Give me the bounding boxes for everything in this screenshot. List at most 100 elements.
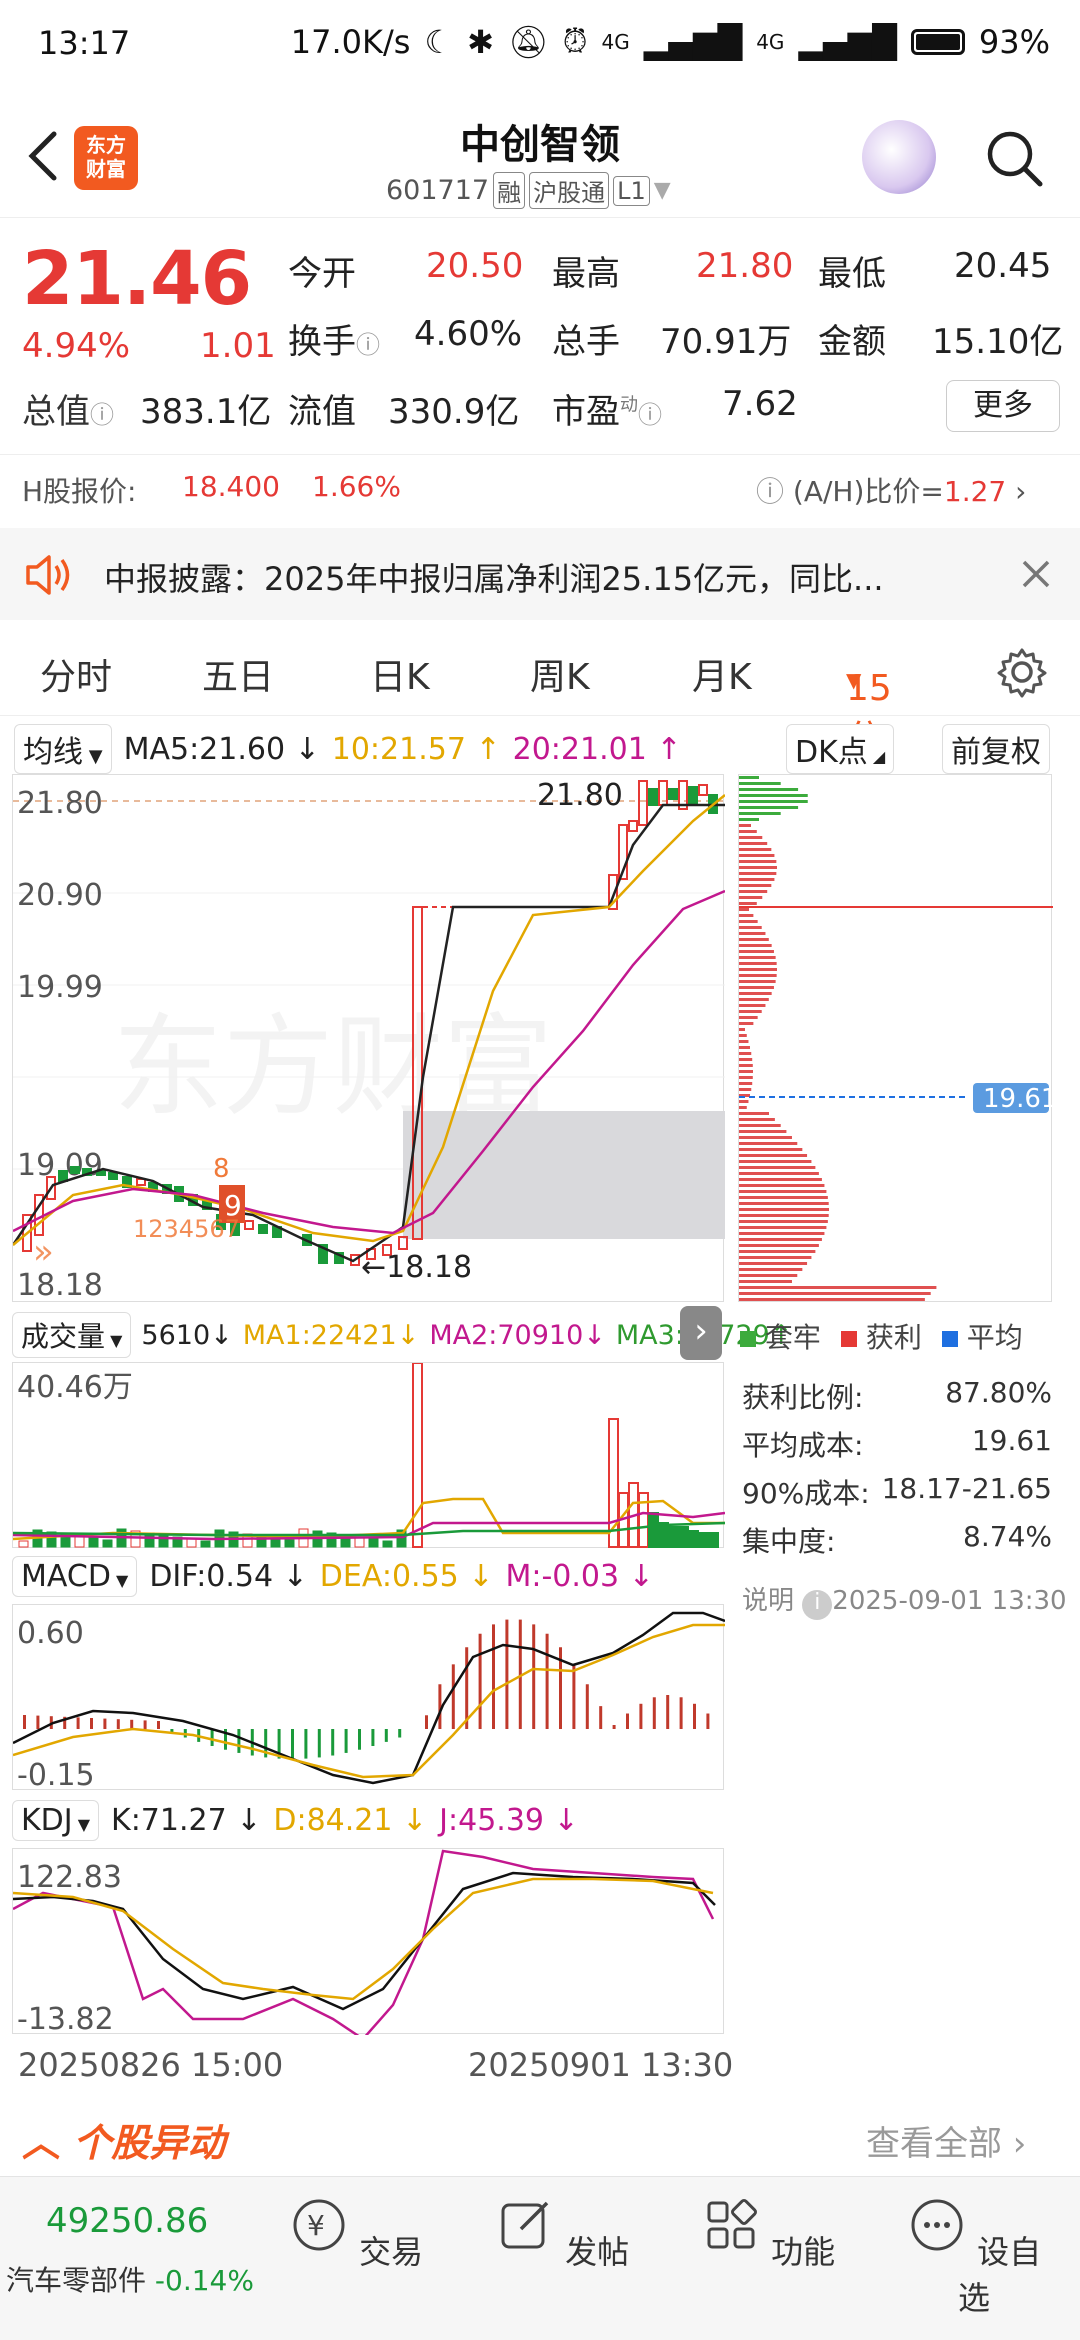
macd-bar — [679, 1697, 683, 1729]
volume-bar — [186, 1538, 197, 1548]
chip-legend: 套牢 获利 平均 — [740, 1316, 1023, 1356]
chip-bar — [739, 848, 772, 851]
macd-bar — [23, 1715, 26, 1729]
volume-panel[interactable]: 40.46万 — [12, 1362, 726, 1548]
search-icon[interactable] — [984, 128, 1044, 188]
axis-label-2: 19.99 — [17, 970, 103, 1005]
chevron-marker-icon: » — [33, 1232, 54, 1272]
chip-chart: 19.61 — [739, 776, 1057, 1301]
chip-stats: 获利比例: 87.80% 平均成本: 19.61 90%成本: 18.17-21.65… — [742, 1376, 1052, 1568]
mktcap-label[interactable]: 总值ⓘ — [22, 384, 114, 433]
ma10-value: 10:21.57 ↑ — [331, 731, 501, 767]
nav-post[interactable]: 发帖 — [492, 2195, 632, 2273]
chip-bar — [739, 800, 808, 803]
chip-distribution-panel[interactable]: 19.61 — [738, 774, 1057, 1302]
tab-weekly[interactable]: 周K — [530, 648, 590, 700]
avg-cost-tag: 19.61 — [983, 1084, 1053, 1114]
chip-bar — [739, 866, 777, 869]
chip-bar — [739, 902, 757, 905]
macd-bar — [666, 1695, 670, 1729]
chip-bar — [739, 1034, 747, 1037]
ah-ratio[interactable]: ⓘ (A/H)比价=1.27 › — [756, 470, 1026, 510]
expand-chevron-icon[interactable]: › — [680, 1306, 722, 1360]
chip-bar — [739, 1076, 753, 1079]
grid-apps-icon — [707, 2199, 757, 2249]
macd-bar — [652, 1697, 656, 1729]
stock-movers-title[interactable]: ︿ 个股异动 — [22, 2112, 225, 2167]
alarm-icon: ⏰︎ — [562, 22, 588, 60]
pe-label[interactable]: 市盈动ⓘ — [552, 384, 662, 433]
macd-m: M:-0.03 ↓ — [505, 1559, 654, 1594]
tab-daily[interactable]: 日K — [370, 648, 430, 700]
kdj-select[interactable]: KDJ ▼ — [12, 1800, 100, 1841]
chip-bar — [739, 980, 776, 983]
chip-bar — [739, 1058, 753, 1061]
end-date: 20250901 13:30 — [468, 2046, 734, 2084]
nav-functions[interactable]: 功能 — [698, 2195, 838, 2273]
view-all-link[interactable]: 查看全部 › — [866, 2116, 1026, 2165]
volume-select[interactable]: 成交量 ▼ — [12, 1312, 132, 1358]
chip-bar — [739, 842, 768, 845]
macd-bar — [626, 1713, 629, 1729]
battery-icon — [910, 28, 965, 55]
settings-gear-icon[interactable] — [996, 646, 1048, 698]
pe-value: 7.62 — [722, 384, 798, 424]
chip-note[interactable]: 说明 i 2025-09-01 13:30 — [742, 1580, 1067, 1620]
tab-monthly[interactable]: 月K — [692, 648, 752, 700]
chip-bar — [739, 890, 768, 893]
network-speed: 17.0K/s — [290, 22, 411, 61]
chip-bar — [739, 1166, 816, 1169]
bluetooth-icon: ✱ — [467, 22, 494, 61]
tab-5day[interactable]: 五日 — [202, 648, 274, 700]
svg-text:¥: ¥ — [307, 2209, 325, 2242]
amount-label: 金额 — [818, 322, 886, 362]
help-icon: ⓘ — [756, 475, 785, 508]
assistant-robot-icon[interactable] — [862, 120, 936, 194]
chip-bar — [739, 1244, 819, 1247]
status-time: 13:17 — [38, 24, 131, 62]
indicator-select[interactable]: 均线 ▼ — [14, 724, 112, 774]
kdj-legend: KDJ ▼ K:71.27 ↓ D:84.21 ↓ J:45.39 ↓ — [12, 1800, 579, 1841]
stock-code-row[interactable]: 601717 融 沪股通 L1 ▼ — [386, 172, 671, 209]
nav-trade[interactable]: ¥ 交易 — [286, 2195, 426, 2273]
trade-yen-icon: ¥ — [293, 2199, 345, 2251]
close-icon[interactable] — [1020, 558, 1052, 590]
start-date: 20250826 15:00 — [18, 2046, 284, 2084]
dk-point-button[interactable]: DK点 ◢ — [786, 724, 895, 774]
announcement-bar[interactable]: 中报披露：2025年中报归属净利润25.15亿元，同比... — [0, 528, 1080, 620]
turnover-label[interactable]: 换手ⓘ — [288, 314, 380, 363]
macd-bar — [465, 1647, 469, 1729]
macd-bar — [478, 1633, 482, 1729]
adjust-button[interactable]: 前复权 — [942, 724, 1050, 774]
chip-stat-row: 获利比例: 87.80% — [742, 1376, 1052, 1414]
nav-watchlist[interactable]: 设自选 — [904, 2195, 1044, 2319]
chip-bar — [739, 1262, 808, 1265]
macd-bar — [317, 1729, 321, 1758]
change-pct: 4.94% — [22, 326, 131, 366]
sector-index[interactable]: 汽车零部件 -0.14% — [6, 2259, 254, 2299]
macd-select[interactable]: MACD ▼ — [12, 1556, 138, 1597]
sector-index-value[interactable]: 49250.86 — [46, 2201, 208, 2241]
chip-bar — [739, 908, 749, 911]
chip-bar — [739, 1208, 829, 1211]
chip-bar — [739, 914, 754, 917]
kdj-panel[interactable]: 122.83 -13.82 — [12, 1848, 724, 2041]
chip-bar — [739, 1190, 827, 1193]
macd-top-label: 0.60 — [17, 1616, 84, 1651]
chip-bar — [739, 1082, 753, 1085]
chip-stat-row: 90%成本: 18.17-21.65 — [742, 1472, 1052, 1510]
signal-icon: 4G — [601, 29, 630, 54]
chip-bar — [739, 1172, 819, 1175]
chip-bar — [739, 1250, 816, 1253]
macd-bar — [599, 1706, 603, 1729]
kline-panel[interactable]: 东方财富 21.80 20.90 19.99 19.09 18.18 21.80… — [11, 774, 726, 1303]
tab-intraday[interactable]: 分时 — [40, 648, 112, 700]
more-button[interactable]: 更多 — [946, 380, 1060, 432]
macd-bar — [693, 1703, 696, 1729]
macd-panel[interactable]: 0.60 -0.15 — [12, 1604, 726, 1793]
chip-bar — [739, 1064, 753, 1067]
low-mark: ←18.18 — [361, 1250, 472, 1285]
chip-bar — [739, 1286, 937, 1289]
ma20-value: 20:21.01 ↑ — [512, 731, 682, 767]
kdj-bottom-label: -13.82 — [17, 2002, 114, 2035]
